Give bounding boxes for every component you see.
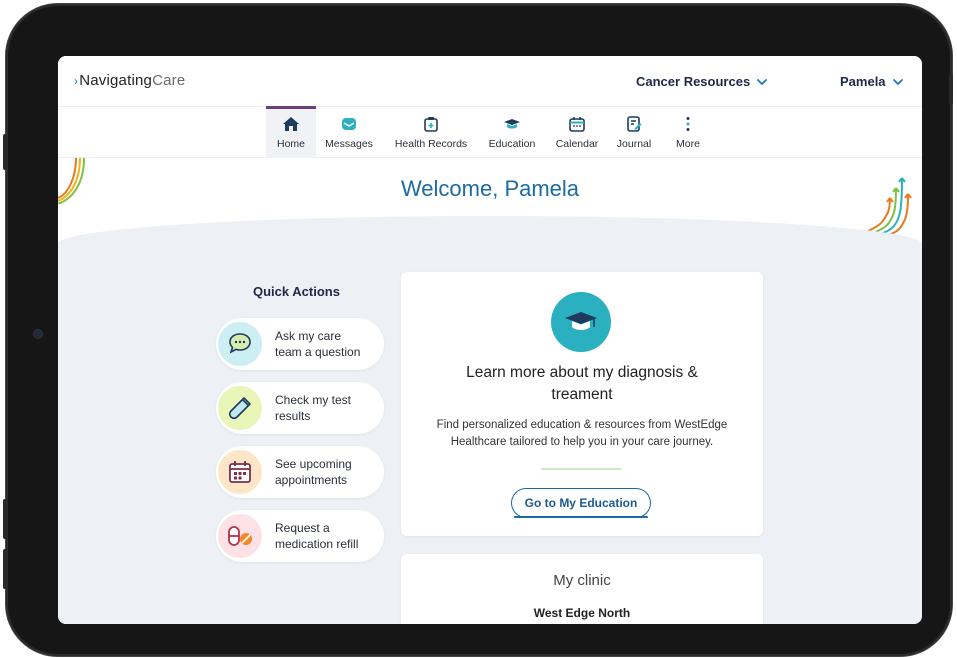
education-card-description: Find personalized education & resources … xyxy=(436,419,728,431)
nav-calendar[interactable]: Calendar xyxy=(550,107,604,158)
divider xyxy=(541,468,621,470)
side-button-right xyxy=(949,74,953,104)
user-name: Pamela xyxy=(840,74,886,89)
nav-more[interactable]: More xyxy=(664,107,712,158)
app-header: ›NavigatingCare Cancer Resources Pamela xyxy=(58,56,922,106)
graduation-cap-icon xyxy=(551,292,611,352)
navigatingcare-logo[interactable]: ›NavigatingCare xyxy=(74,72,185,89)
nav-messages[interactable]: Messages xyxy=(318,107,380,158)
go-to-my-education-button[interactable]: Go to My Education xyxy=(511,488,651,518)
nav-label: More xyxy=(676,138,700,150)
quick-action-label: medication refill xyxy=(275,537,359,551)
chevron-down-icon xyxy=(892,78,903,85)
journal-icon xyxy=(627,116,642,132)
calendar-icon xyxy=(218,450,262,494)
quick-action-ask-care-team[interactable]: Ask my care team a question xyxy=(216,318,384,370)
quick-action-label: Request a xyxy=(275,521,330,535)
quick-action-label: team a question xyxy=(275,345,361,359)
my-clinic-card: My clinic West Edge North xyxy=(401,554,763,624)
clinic-name: West Edge North xyxy=(533,606,631,620)
calendar-icon xyxy=(569,117,585,132)
nav-label: Journal xyxy=(616,138,652,150)
chevron-down-icon xyxy=(757,78,768,85)
welcome-heading: Welcome, Pamela xyxy=(400,176,580,201)
quick-action-label: results xyxy=(275,409,311,423)
app-screen: ›NavigatingCare Cancer Resources Pamela … xyxy=(58,56,922,624)
messages-icon xyxy=(342,118,356,130)
main-nav: Home Messages Health Records Education C… xyxy=(58,106,922,158)
quick-action-label: appointments xyxy=(275,473,348,487)
user-menu-dropdown[interactable]: Pamela xyxy=(840,74,904,89)
test-tube-icon xyxy=(218,386,262,430)
nav-journal[interactable]: Journal xyxy=(610,107,658,158)
nav-label: Health Records xyxy=(394,138,468,150)
nav-health-records[interactable]: Health Records xyxy=(386,107,476,158)
tablet-frame: ›NavigatingCare Cancer Resources Pamela … xyxy=(3,4,953,656)
quick-action-see-appointments[interactable]: See upcoming appointments xyxy=(216,446,384,498)
education-card-title: Learn more about my diagnosis & xyxy=(466,364,698,381)
nav-label: Calendar xyxy=(555,138,599,150)
nav-label: Education xyxy=(488,138,536,150)
health-records-icon xyxy=(424,117,438,132)
decorative-stripes-left xyxy=(58,158,85,204)
cancer-resources-dropdown[interactable]: Cancer Resources xyxy=(636,74,768,89)
volume-down-button xyxy=(3,549,7,589)
my-clinic-title: My clinic xyxy=(553,572,611,589)
camera-icon xyxy=(34,330,42,338)
quick-actions-title: Quick Actions xyxy=(253,284,340,299)
nav-label: Home xyxy=(276,138,305,150)
nav-label: Messages xyxy=(325,138,373,150)
more-icon xyxy=(686,117,690,131)
chat-bubble-icon xyxy=(218,322,262,366)
quick-action-label: Check my test xyxy=(275,393,352,407)
volume-up-button xyxy=(3,499,7,539)
button-underline xyxy=(514,516,648,518)
quick-action-medication-refill[interactable]: Request a medication refill xyxy=(216,510,384,562)
home-icon xyxy=(283,117,299,131)
quick-action-label: See upcoming xyxy=(275,457,352,471)
education-icon xyxy=(504,119,520,129)
cancer-resources-label: Cancer Resources xyxy=(636,74,751,89)
pill-icon xyxy=(218,514,262,558)
quick-action-label: Ask my care xyxy=(275,329,342,343)
power-button xyxy=(3,134,7,170)
quick-action-check-test-results[interactable]: Check my test results xyxy=(216,382,384,434)
education-card-description: Healthcare tailored to help you in your … xyxy=(450,436,714,448)
nav-home[interactable]: Home xyxy=(266,106,316,158)
logo-arrow-icon: › xyxy=(74,74,79,88)
education-card-title: treament xyxy=(551,386,613,403)
nav-education[interactable]: Education xyxy=(482,107,542,158)
education-card: Learn more about my diagnosis & treament… xyxy=(401,272,763,536)
